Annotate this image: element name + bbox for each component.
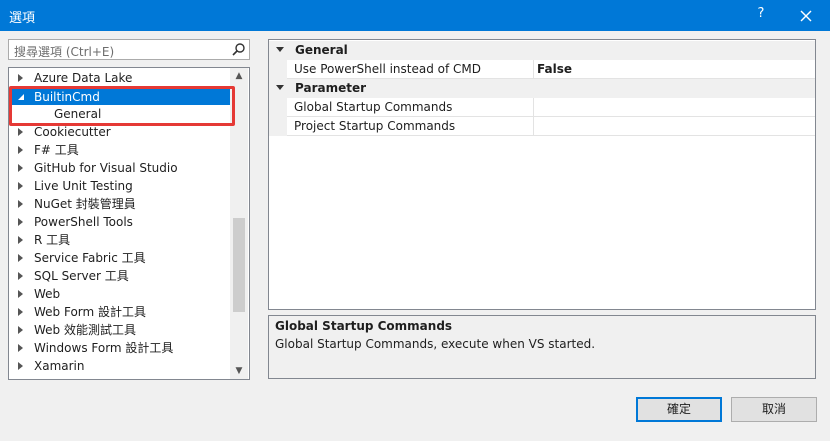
property-row[interactable]: Use PowerShell instead of CMD False — [269, 60, 815, 79]
close-icon[interactable] — [796, 6, 816, 26]
tree-item-label: Cookiecutter — [34, 125, 111, 139]
tree-item-powershell-tools[interactable]: PowerShell Tools — [9, 213, 231, 231]
column-divider — [533, 60, 534, 79]
expand-arrow-icon[interactable] — [18, 290, 23, 298]
tree-item-general[interactable]: General — [9, 105, 231, 123]
tree-item-web-form[interactable]: Web Form 設計工具 — [9, 303, 231, 321]
tree-item-label: General — [54, 107, 102, 121]
tree-item-xamarin[interactable]: Xamarin — [9, 357, 231, 375]
tree-item-web-perf[interactable]: Web 效能測試工具 — [9, 321, 231, 339]
options-tree[interactable]: Azure Data Lake BuiltinCmd General Cooki… — [8, 67, 250, 380]
tree-item-cookiecutter[interactable]: Cookiecutter — [9, 123, 231, 141]
property-name: Use PowerShell instead of CMD — [294, 62, 482, 76]
category-general[interactable]: General — [269, 41, 815, 60]
collapse-triangle-icon[interactable] — [276, 47, 284, 52]
expand-arrow-icon[interactable] — [18, 254, 23, 262]
expand-arrow-icon[interactable] — [18, 128, 23, 136]
tree-item-label: Azure Data Lake — [34, 71, 133, 85]
collapse-arrow-icon[interactable] — [18, 94, 24, 100]
tree-item-label: Service Fabric 工具 — [34, 251, 146, 265]
scroll-up-icon[interactable]: ▲ — [230, 68, 248, 84]
category-label: General — [295, 43, 348, 57]
row-gutter — [269, 60, 287, 79]
tree-item-r-tools[interactable]: R 工具 — [9, 231, 231, 249]
expand-arrow-icon[interactable] — [18, 272, 23, 280]
property-name: Project Startup Commands — [294, 119, 456, 133]
tree-item-label: Windows Form 設計工具 — [34, 341, 174, 355]
description-text: Global Startup Commands, execute when VS… — [275, 337, 596, 351]
tree-item-label: BuiltinCmd — [34, 90, 100, 104]
scroll-thumb[interactable] — [233, 218, 245, 312]
expand-arrow-icon[interactable] — [18, 182, 23, 190]
expand-arrow-icon[interactable] — [18, 236, 23, 244]
tree-item-label: Web 效能測試工具 — [34, 323, 136, 337]
expand-arrow-icon[interactable] — [18, 200, 23, 208]
description-panel: Global Startup Commands Global Startup C… — [268, 315, 816, 379]
search-placeholder: 搜尋選項 (Ctrl+E) — [14, 45, 115, 59]
tree-item-label: Web — [34, 287, 61, 301]
expand-arrow-icon[interactable] — [18, 218, 23, 226]
search-icon — [232, 43, 245, 56]
tree-item-github[interactable]: GitHub for Visual Studio — [9, 159, 231, 177]
window-title: 選項 — [9, 11, 36, 26]
expand-arrow-icon[interactable] — [18, 164, 23, 172]
property-grid[interactable]: General Use PowerShell instead of CMD Fa… — [268, 39, 816, 310]
column-divider — [533, 117, 534, 136]
cancel-button[interactable]: 取消 — [731, 397, 817, 422]
tree-scrollbar[interactable]: ▲ ▼ — [230, 68, 248, 379]
ok-button[interactable]: 確定 — [636, 397, 722, 422]
row-divider — [287, 135, 815, 136]
collapse-triangle-icon[interactable] — [276, 85, 284, 90]
tree-item-azure-data-lake[interactable]: Azure Data Lake — [9, 69, 231, 87]
tree-item-label: Xamarin — [34, 359, 85, 373]
scroll-down-icon[interactable]: ▼ — [230, 363, 248, 379]
category-parameter[interactable]: Parameter — [269, 79, 815, 98]
tree-item-live-unit-testing[interactable]: Live Unit Testing — [9, 177, 231, 195]
tree-item-nuget[interactable]: NuGet 封裝管理員 — [9, 195, 231, 213]
expand-arrow-icon[interactable] — [18, 362, 23, 370]
tree-item-sql-server[interactable]: SQL Server 工具 — [9, 267, 231, 285]
tree-item-label: PowerShell Tools — [34, 215, 133, 229]
tree-item-label: R 工具 — [34, 233, 71, 247]
expand-arrow-icon[interactable] — [18, 344, 23, 352]
tree-item-label: SQL Server 工具 — [34, 269, 129, 283]
tree-item-label: NuGet 封裝管理員 — [34, 197, 136, 211]
help-button[interactable]: ? — [752, 6, 770, 21]
row-gutter — [269, 98, 287, 117]
column-divider — [533, 98, 534, 117]
search-input[interactable]: 搜尋選項 (Ctrl+E) — [8, 39, 250, 60]
expand-arrow-icon[interactable] — [18, 308, 23, 316]
category-label: Parameter — [295, 81, 367, 95]
tree-item-label: GitHub for Visual Studio — [34, 161, 178, 175]
property-value[interactable]: False — [537, 60, 572, 79]
expand-arrow-icon[interactable] — [18, 146, 23, 154]
tree-item-windows-form[interactable]: Windows Form 設計工具 — [9, 339, 231, 357]
expand-arrow-icon[interactable] — [18, 326, 23, 334]
property-row[interactable]: Global Startup Commands — [269, 98, 815, 117]
tree-item-builtincmd[interactable]: BuiltinCmd — [9, 88, 231, 106]
tree-item-service-fabric[interactable]: Service Fabric 工具 — [9, 249, 231, 267]
property-name: Global Startup Commands — [294, 100, 453, 114]
property-row[interactable]: Project Startup Commands — [269, 117, 815, 136]
tree-item-label: Live Unit Testing — [34, 179, 133, 193]
title-bar: 選項 ? — [0, 0, 830, 31]
row-gutter — [269, 117, 287, 136]
tree-item-web[interactable]: Web — [9, 285, 231, 303]
tree-item-fsharp-tools[interactable]: F# 工具 — [9, 141, 231, 159]
expand-arrow-icon[interactable] — [18, 74, 23, 82]
description-title: Global Startup Commands — [275, 319, 453, 333]
tree-item-label: Web Form 設計工具 — [34, 305, 147, 319]
tree-item-label: F# 工具 — [34, 143, 79, 157]
